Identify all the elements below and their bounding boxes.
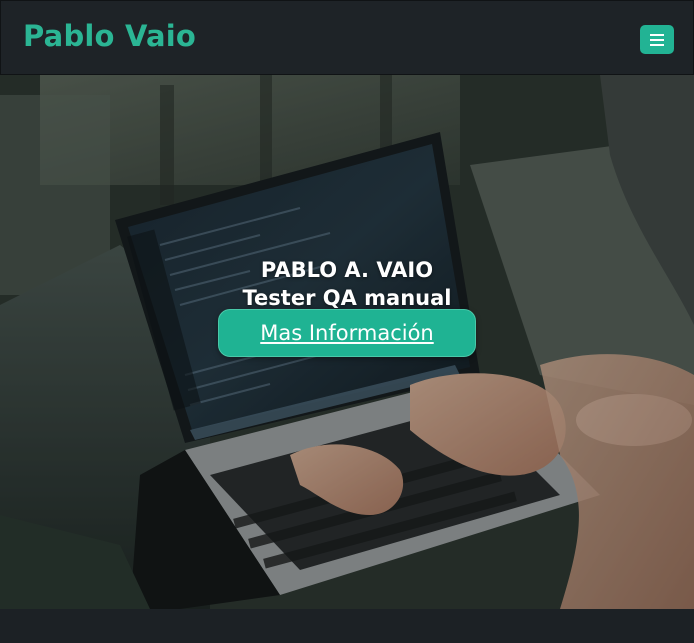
hero-title: PABLO A. VAIO Tester QA manual xyxy=(0,256,694,312)
hero-role: Tester QA manual xyxy=(242,286,452,310)
navbar: Pablo Vaio xyxy=(0,0,694,75)
hamburger-icon xyxy=(650,33,664,46)
hero-name: PABLO A. VAIO xyxy=(260,258,434,282)
menu-toggle-button[interactable] xyxy=(640,25,674,54)
more-info-button[interactable]: Mas Información xyxy=(218,309,476,357)
hero-section: PABLO A. VAIO Tester QA manual Mas Infor… xyxy=(0,75,694,609)
brand-logo[interactable]: Pablo Vaio xyxy=(23,19,196,53)
footer-strip xyxy=(0,609,694,643)
